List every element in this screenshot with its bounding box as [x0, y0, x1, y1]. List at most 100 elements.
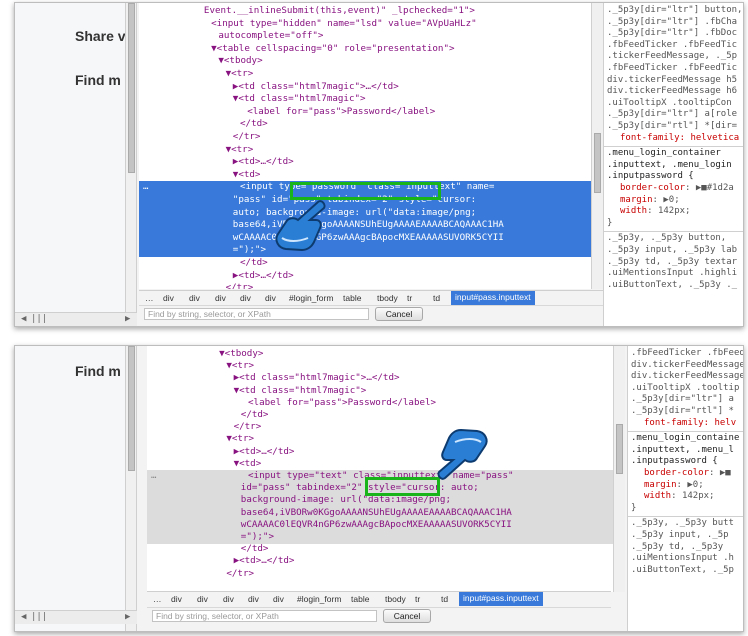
- dom-line[interactable]: ▶<td>…</td>: [139, 156, 603, 169]
- dom-line[interactable]: ▼<tr>: [147, 360, 613, 373]
- style-selector: ._5p3y, ._5p3y butt: [631, 518, 734, 529]
- dom-line[interactable]: ▶<td>…</td>: [147, 555, 613, 568]
- dom-line[interactable]: <label for="pass">Password</label>: [139, 106, 603, 119]
- breadcrumb-item[interactable]: div: [171, 594, 182, 604]
- dom-line[interactable]: ▶<td>…</td>: [139, 270, 603, 283]
- node-menu-dots[interactable]: …: [151, 470, 156, 483]
- breadcrumb-item[interactable]: …: [153, 594, 162, 604]
- dom-line[interactable]: </td>: [147, 409, 613, 422]
- breadcrumb-item[interactable]: tr: [407, 293, 412, 303]
- dom-line[interactable]: ▼<tbody>: [139, 55, 603, 68]
- style-selector: div.tickerFeedMessage: [631, 371, 744, 382]
- style-property[interactable]: margin: ▶0;: [644, 480, 704, 492]
- elements-scrollbar[interactable]: [613, 346, 625, 592]
- breadcrumb-item[interactable]: input#pass.inputtext: [451, 291, 535, 305]
- dom-line[interactable]: Event.__inlineSubmit(this,event)" _lpche…: [139, 5, 603, 18]
- elements-tree: Event.__inlineSubmit(this,event)" _lpche…: [139, 3, 603, 289]
- style-property[interactable]: margin: ▶0;: [620, 195, 680, 207]
- selected-node-line[interactable]: base64,iVBORw0KGgoAAAANSUhEUgAAAAEAAAABC…: [147, 506, 613, 520]
- style-rule-selector: .menu_login_container: [607, 148, 721, 159]
- style-rule-selector: .menu_login_containe: [631, 433, 740, 444]
- style-selector: font-family: helv: [644, 417, 737, 428]
- breadcrumb-item[interactable]: div: [189, 293, 200, 303]
- breadcrumb-item[interactable]: table: [351, 594, 369, 604]
- selected-node-line[interactable]: id="pass" tabindex="2" style="cursor: au…: [147, 482, 613, 496]
- elements-tree: ▼<tbody> ▼<tr> ▶<td class="html7magic">…</…: [147, 346, 613, 592]
- dom-line[interactable]: ▼<td class="html7magic">: [147, 385, 613, 398]
- breadcrumb-item[interactable]: tr: [415, 594, 420, 604]
- breadcrumb-item[interactable]: tbody: [377, 293, 398, 303]
- dom-line[interactable]: ▼<td>: [147, 458, 613, 471]
- breadcrumb-item[interactable]: input#pass.inputtext: [459, 592, 543, 606]
- cancel-button[interactable]: Cancel: [383, 609, 431, 623]
- selected-node-line[interactable]: =");">: [147, 531, 613, 544]
- page-hscroll[interactable]: ◀ ||| ▶: [15, 312, 137, 326]
- dom-line[interactable]: ▼<td class="html7magic">: [139, 93, 603, 106]
- dom-line[interactable]: <input type="hidden" name="lsd" value="A…: [139, 18, 603, 31]
- dom-line[interactable]: </tr>: [147, 421, 613, 434]
- elements-scrollbar[interactable]: [591, 3, 603, 289]
- search-input[interactable]: Find by string, selector, or XPath: [152, 610, 377, 622]
- page-hscroll[interactable]: ◀ ||| ▶: [15, 610, 137, 624]
- style-selector: .fbFeedTicker .fbFeedTic: [607, 39, 738, 50]
- dom-line[interactable]: </td>: [147, 543, 613, 556]
- selected-node-line[interactable]: =");">: [139, 244, 603, 258]
- page-scrollbar[interactable]: [125, 346, 137, 631]
- style-selector: .fbFeedTicker .fbFeedTic: [607, 63, 738, 73]
- dom-line[interactable]: ▼<tr>: [139, 144, 603, 157]
- selected-node-line[interactable]: base64,iVBORw0KGgoAAAANSUhEUgAAAAEAAAABC…: [139, 219, 603, 233]
- cancel-button[interactable]: Cancel: [375, 307, 423, 321]
- breadcrumb-item[interactable]: div: [248, 594, 259, 604]
- breadcrumb-item[interactable]: div: [265, 293, 276, 303]
- dom-line[interactable]: <label for="pass">Password</label>: [147, 397, 613, 410]
- selected-node-line[interactable]: auto; background-image: url("data:image/…: [139, 206, 603, 220]
- style-property[interactable]: border-color: ▶■#1d2a: [620, 183, 734, 195]
- style-property[interactable]: width: 142px;: [644, 491, 714, 503]
- style-rule-selector: .inputpassword {: [607, 171, 694, 182]
- dom-line[interactable]: ▶<td>…</td>: [147, 446, 613, 459]
- breadcrumb-item[interactable]: td: [441, 594, 448, 604]
- breadcrumb-item[interactable]: div: [223, 594, 234, 604]
- selected-node-line[interactable]: … <input type="password" class="inputtext…: [139, 181, 603, 195]
- page-scrollbar[interactable]: [125, 3, 137, 326]
- dom-line[interactable]: </tr>: [139, 282, 603, 289]
- breadcrumb-item[interactable]: table: [343, 293, 361, 303]
- breadcrumb-item[interactable]: div: [215, 293, 226, 303]
- dom-line[interactable]: ▼<tbody>: [147, 348, 613, 361]
- dom-line[interactable]: </tr>: [147, 568, 613, 581]
- breadcrumb-item[interactable]: …: [145, 293, 154, 303]
- search-input[interactable]: Find by string, selector, or XPath: [144, 308, 369, 320]
- page-text-find: Find m: [75, 72, 121, 88]
- style-selector: .uiMentionsInput .h: [631, 553, 734, 564]
- dom-line[interactable]: </td>: [139, 118, 603, 131]
- breadcrumb-item[interactable]: div: [240, 293, 251, 303]
- dom-line[interactable]: ▼<tr>: [139, 68, 603, 81]
- style-rule-selector: .inputpassword {: [631, 456, 718, 467]
- breadcrumb-item[interactable]: div: [273, 594, 284, 604]
- style-rule-close: }: [607, 217, 613, 228]
- breadcrumb-item[interactable]: tbody: [385, 594, 406, 604]
- style-selector: div.tickerFeedMessage: [631, 359, 744, 370]
- selected-node-line[interactable]: … <input type="text" class="inputtext" na…: [147, 470, 613, 483]
- breadcrumb-item[interactable]: div: [197, 594, 208, 604]
- selected-node-line[interactable]: wCAAAAC0lEQVR4nGP6zwAAAgcBApocMXEAAAAASU…: [139, 231, 603, 245]
- dom-line[interactable]: ▶<td class="html7magic">…</td>: [147, 372, 613, 385]
- breadcrumb-item[interactable]: td: [433, 293, 440, 303]
- breadcrumb-item[interactable]: div: [163, 293, 174, 303]
- dom-line[interactable]: ▼<table cellspacing="0" role="presentati…: [139, 43, 603, 56]
- dom-line[interactable]: autocomplete="off">: [139, 30, 603, 43]
- dom-line[interactable]: </tr>: [139, 131, 603, 144]
- dom-line[interactable]: ▼<td>: [139, 169, 603, 182]
- selected-node-line[interactable]: "pass" id="pass" tabindex="2" style="cur…: [139, 194, 603, 207]
- dom-line[interactable]: ▼<tr>: [147, 433, 613, 446]
- dom-line[interactable]: ▶<td class="html7magic">…</td>: [139, 81, 603, 94]
- selected-node-line[interactable]: background-image: url("data:image/png;: [147, 494, 613, 508]
- selected-node-line[interactable]: wCAAAAC0lEQVR4nGP6zwAAAgcBApocMXEAAAAASU…: [147, 518, 613, 532]
- breadcrumb-item[interactable]: #login_form: [297, 594, 341, 604]
- style-property[interactable]: border-color: ▶■: [644, 468, 731, 480]
- dom-line[interactable]: </td>: [139, 257, 603, 270]
- node-menu-dots[interactable]: …: [143, 181, 148, 194]
- style-selector: ._5p3y[dir="ltr"] a[role: [607, 109, 738, 120]
- breadcrumb-item[interactable]: #login_form: [289, 293, 333, 303]
- style-property[interactable]: width: 142px;: [620, 206, 690, 218]
